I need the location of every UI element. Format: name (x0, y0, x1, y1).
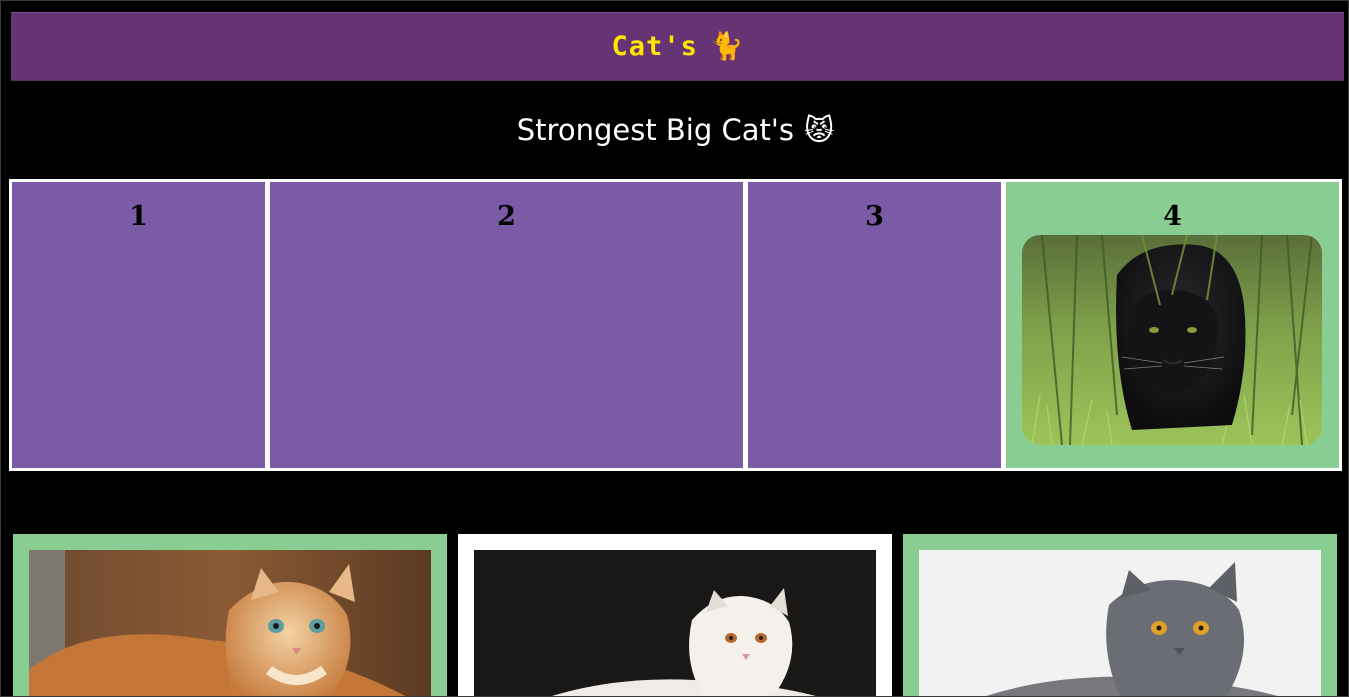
section-heading-text: Strongest Big Cat's (516, 113, 794, 147)
site-title: Cat's (611, 31, 698, 62)
cat-card-3[interactable] (903, 534, 1337, 696)
page-frame: Cat's 🐈 Strongest Big Cat's 😾 1 2 3 4 (0, 0, 1349, 697)
white-persian-cat-photo (474, 550, 876, 696)
cat-card-1[interactable] (13, 534, 447, 696)
grid-cell-4[interactable]: 4 (1006, 182, 1339, 468)
section-heading: Strongest Big Cat's 😾 (1, 112, 1348, 147)
cat-card-2[interactable] (458, 534, 892, 696)
site-header: Cat's 🐈 (11, 12, 1344, 81)
black-panther-photo (1022, 235, 1322, 445)
grid-cell-number: 3 (865, 201, 884, 232)
grid-cell-number: 2 (497, 201, 516, 232)
grid-cell-number: 1 (129, 201, 148, 232)
walking-cat-icon: 🐈 (709, 31, 744, 62)
rank-grid: 1 2 3 4 (9, 179, 1342, 471)
grid-cell-1: 1 (12, 182, 265, 468)
orange-maine-coon-cat-photo (29, 550, 431, 696)
grid-cell-number: 4 (1163, 201, 1182, 232)
grey-british-shorthair-cat-photo (919, 550, 1321, 696)
grid-cell-3: 3 (748, 182, 1001, 468)
pouting-cat-icon: 😾 (803, 112, 835, 147)
grid-cell-2: 2 (270, 182, 743, 468)
